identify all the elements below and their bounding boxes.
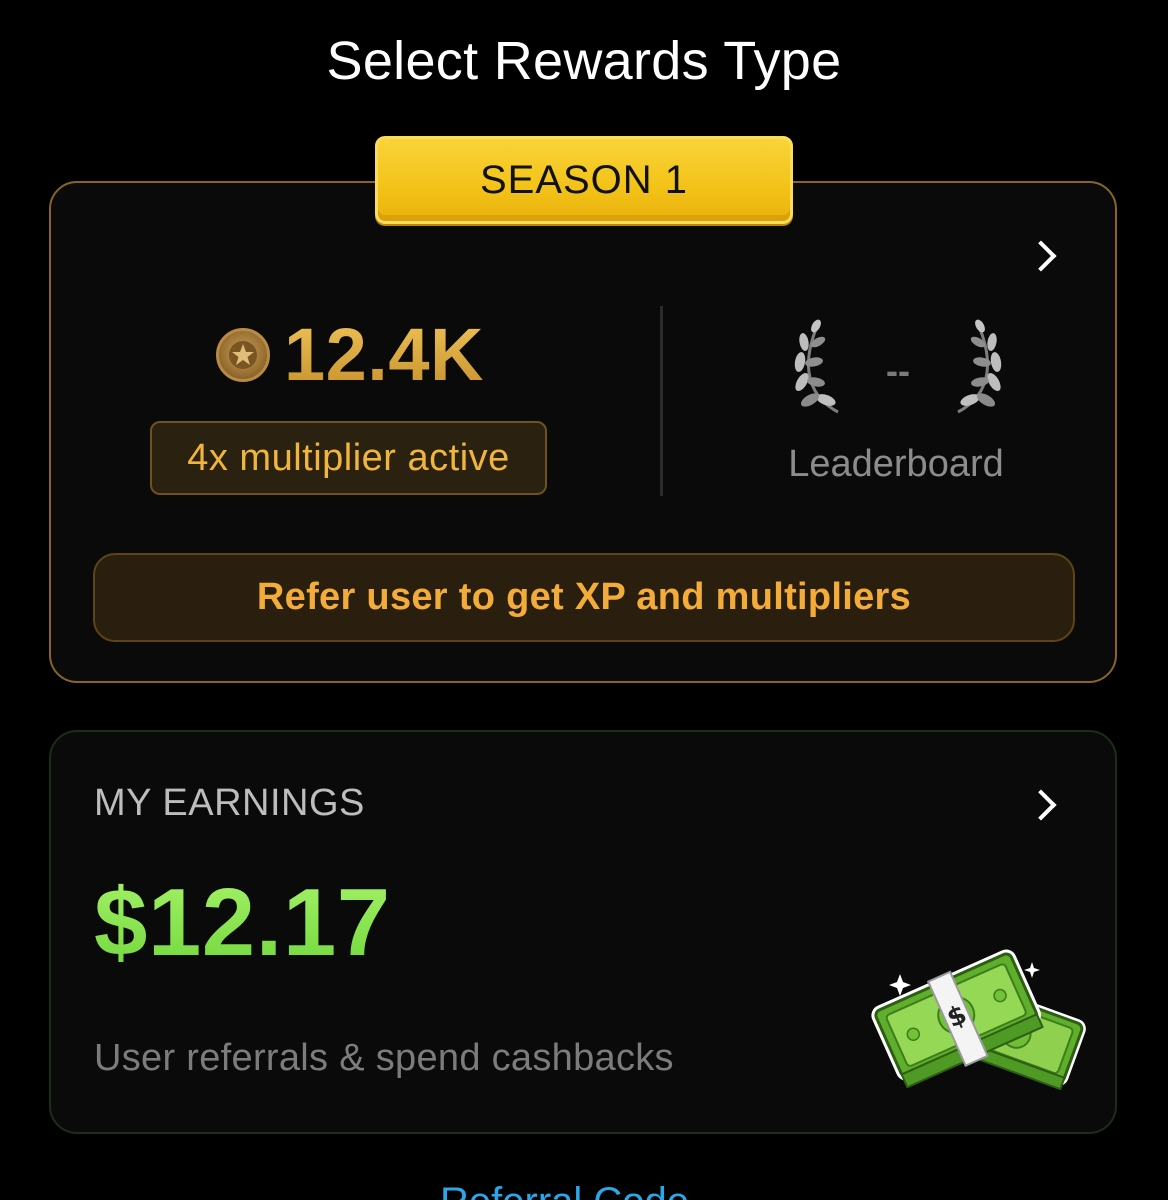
refer-user-button[interactable]: Refer user to get XP and multipliers	[93, 553, 1075, 642]
earnings-title: MY EARNINGS	[94, 782, 365, 824]
earnings-amount: $12.17	[94, 869, 391, 976]
divider	[660, 306, 663, 496]
laurel-left-icon	[794, 319, 839, 414]
multiplier-badge: 4x multiplier active	[150, 421, 547, 495]
rewards-screen: Select Rewards Type SEASON 1 12.4K 4x mu…	[0, 0, 1168, 1200]
earnings-subtitle: User referrals & spend cashbacks	[94, 1037, 674, 1079]
laurel-right-icon	[957, 319, 1002, 414]
xp-value: 12.4K	[284, 313, 484, 396]
season-badge: SEASON 1	[375, 136, 793, 224]
referral-code-link[interactable]: Referral Code	[440, 1180, 689, 1200]
star-coin-icon	[216, 327, 270, 382]
xp-balance: 12.4K	[216, 312, 484, 397]
page-title: Select Rewards Type	[326, 31, 842, 91]
cash-stack-icon: $	[871, 949, 1086, 1090]
season-badge-label: SEASON 1	[479, 157, 689, 202]
leaderboard-rank: --	[886, 350, 910, 391]
leaderboard-label: Leaderboard	[788, 443, 1004, 485]
